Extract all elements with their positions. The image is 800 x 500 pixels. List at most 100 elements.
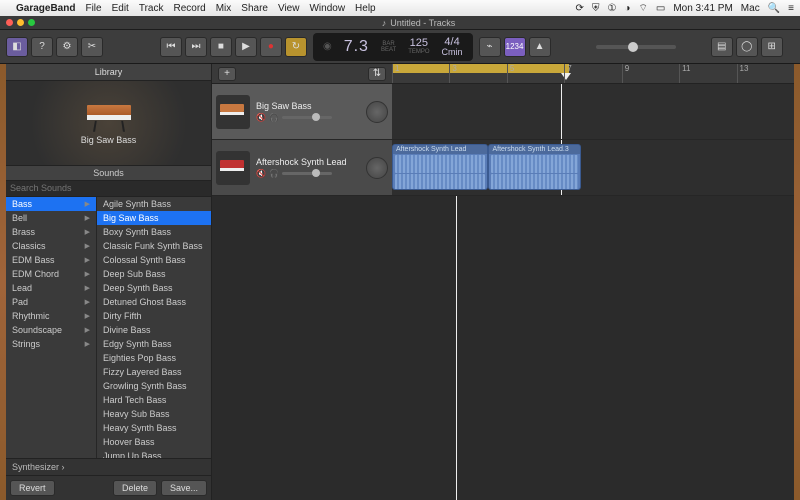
- patch-item[interactable]: Agile Synth Bass: [97, 197, 211, 211]
- menu-record[interactable]: Record: [173, 3, 205, 14]
- patch-item[interactable]: Divine Bass: [97, 323, 211, 337]
- patch-item[interactable]: Heavy Synth Bass: [97, 421, 211, 435]
- search-input[interactable]: [10, 183, 207, 193]
- patch-item[interactable]: Deep Sub Bass: [97, 267, 211, 281]
- notifications-icon[interactable]: ≡: [788, 3, 794, 14]
- category-column[interactable]: Bass▶Bell▶Brass▶Classics▶EDM Bass▶EDM Ch…: [6, 197, 96, 458]
- category-edm-bass[interactable]: EDM Bass▶: [6, 253, 96, 267]
- editors-button[interactable]: ✂: [81, 37, 103, 57]
- menu-file[interactable]: File: [85, 3, 101, 14]
- menu-edit[interactable]: Edit: [112, 3, 129, 14]
- patch-item[interactable]: Deep Synth Bass: [97, 281, 211, 295]
- tuner-button[interactable]: ⌁: [479, 37, 501, 57]
- save-button[interactable]: Save...: [161, 480, 207, 496]
- menu-help[interactable]: Help: [355, 3, 376, 14]
- notepad-button[interactable]: ▤: [711, 37, 733, 57]
- category-strings[interactable]: Strings▶: [6, 337, 96, 351]
- smart-controls-button[interactable]: ⚙: [56, 37, 78, 57]
- track-row[interactable]: Big Saw Bass 🔇🎧: [212, 84, 794, 140]
- category-classics[interactable]: Classics▶: [6, 239, 96, 253]
- category-edm-chord[interactable]: EDM Chord▶: [6, 267, 96, 281]
- minimize-button[interactable]: [17, 19, 24, 26]
- cycle-button[interactable]: ↻: [285, 37, 307, 57]
- solo-button[interactable]: 🎧: [269, 169, 279, 178]
- patch-item[interactable]: Big Saw Bass: [97, 211, 211, 225]
- shield-icon[interactable]: ⛨: [592, 3, 600, 14]
- menu-window[interactable]: Window: [309, 3, 345, 14]
- location-icon[interactable]: ①: [607, 3, 616, 14]
- patch-item[interactable]: Edgy Synth Bass: [97, 337, 211, 351]
- patch-item[interactable]: Hoover Bass: [97, 435, 211, 449]
- category-soundscape[interactable]: Soundscape▶: [6, 323, 96, 337]
- patch-column[interactable]: Agile Synth BassBig Saw BassBoxy Synth B…: [96, 197, 211, 458]
- track-header-config-button[interactable]: ⇅: [368, 67, 386, 81]
- track-pan-knob[interactable]: [366, 101, 388, 123]
- lcd-key[interactable]: Cmin: [442, 48, 463, 57]
- revert-button[interactable]: Revert: [10, 480, 55, 496]
- close-button[interactable]: [6, 19, 13, 26]
- audio-region[interactable]: Aftershock Synth Lead.3: [488, 144, 580, 190]
- delete-button[interactable]: Delete: [113, 480, 157, 496]
- master-volume-slider[interactable]: [596, 45, 676, 49]
- forward-button[interactable]: ⏭: [185, 37, 207, 57]
- audio-region[interactable]: Aftershock Synth Lead: [392, 144, 488, 190]
- category-lead[interactable]: Lead▶: [6, 281, 96, 295]
- add-track-button[interactable]: +: [218, 67, 236, 81]
- record-button[interactable]: ●: [260, 37, 282, 57]
- play-button[interactable]: ▶: [235, 37, 257, 57]
- menu-track[interactable]: Track: [139, 3, 164, 14]
- track-header[interactable]: Big Saw Bass 🔇🎧: [212, 84, 392, 139]
- clock[interactable]: Mon 3:41 PM: [673, 3, 732, 14]
- lcd-display[interactable]: ◉ 7.3 BARBEAT 125TEMPO 4/4Cmin: [313, 33, 473, 61]
- track-lane[interactable]: Aftershock Synth LeadAftershock Synth Le…: [392, 140, 794, 195]
- loop-browser-button[interactable]: ◯: [736, 37, 758, 57]
- patch-item[interactable]: Growling Synth Bass: [97, 379, 211, 393]
- menu-mix[interactable]: Mix: [216, 3, 232, 14]
- library-path[interactable]: Synthesizer ›: [6, 458, 211, 475]
- countin-button[interactable]: 1234: [504, 37, 526, 57]
- category-bass[interactable]: Bass▶: [6, 197, 96, 211]
- wifi-icon[interactable]: ⌔: [638, 2, 647, 15]
- user-menu[interactable]: Mac: [741, 3, 760, 14]
- media-browser-button[interactable]: ⊞: [761, 37, 783, 57]
- zoom-button[interactable]: [28, 19, 35, 26]
- category-bell[interactable]: Bell▶: [6, 211, 96, 225]
- library-toggle-button[interactable]: ◧: [6, 37, 28, 57]
- stop-button[interactable]: ■: [210, 37, 232, 57]
- patch-item[interactable]: Boxy Synth Bass: [97, 225, 211, 239]
- patch-item[interactable]: Heavy Sub Bass: [97, 407, 211, 421]
- solo-button[interactable]: 🎧: [269, 113, 279, 122]
- lcd-timesig[interactable]: 4/4: [444, 37, 459, 48]
- category-rhythmic[interactable]: Rhythmic▶: [6, 309, 96, 323]
- track-pan-knob[interactable]: [366, 157, 388, 179]
- track-name[interactable]: Big Saw Bass: [256, 101, 360, 111]
- timeline-ruler[interactable]: 135791113: [392, 64, 794, 83]
- rewind-button[interactable]: ⏮: [160, 37, 182, 57]
- patch-item[interactable]: Fizzy Layered Bass: [97, 365, 211, 379]
- track-volume-slider[interactable]: [282, 116, 332, 119]
- metronome-button[interactable]: ▲: [529, 37, 551, 57]
- empty-track-area[interactable]: [212, 196, 794, 500]
- menu-share[interactable]: Share: [241, 3, 268, 14]
- display-icon[interactable]: ▭: [656, 3, 665, 14]
- patch-item[interactable]: Hard Tech Bass: [97, 393, 211, 407]
- track-name[interactable]: Aftershock Synth Lead: [256, 157, 360, 167]
- quick-help-button[interactable]: ?: [31, 37, 53, 57]
- app-menu[interactable]: GarageBand: [16, 3, 75, 14]
- patch-item[interactable]: Jump Up Bass: [97, 449, 211, 458]
- patch-item[interactable]: Colossal Synth Bass: [97, 253, 211, 267]
- mute-button[interactable]: 🔇: [256, 113, 266, 122]
- track-lane[interactable]: [392, 84, 794, 139]
- spotlight-icon[interactable]: 🔍: [768, 3, 780, 14]
- patch-item[interactable]: Eighties Pop Bass: [97, 351, 211, 365]
- patch-item[interactable]: Dirty Fifth: [97, 309, 211, 323]
- category-brass[interactable]: Brass▶: [6, 225, 96, 239]
- lcd-tempo[interactable]: 125: [410, 38, 428, 49]
- patch-item[interactable]: Detuned Ghost Bass: [97, 295, 211, 309]
- patch-item[interactable]: Classic Funk Synth Bass: [97, 239, 211, 253]
- status-icon[interactable]: ⟳: [576, 3, 584, 14]
- track-volume-slider[interactable]: [282, 172, 332, 175]
- track-header[interactable]: Aftershock Synth Lead🔇🎧: [212, 140, 392, 195]
- category-pad[interactable]: Pad▶: [6, 295, 96, 309]
- sync-icon[interactable]: ◑: [624, 3, 630, 14]
